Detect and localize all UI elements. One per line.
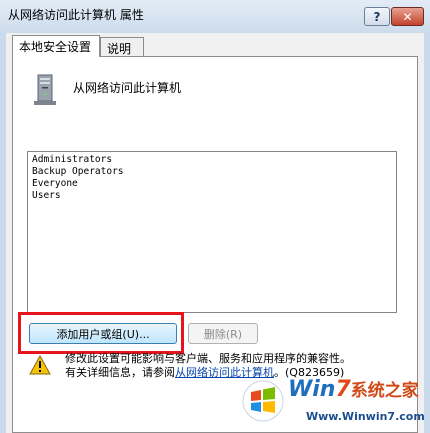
policy-name: 从网络访问此计算机 bbox=[73, 81, 182, 95]
tab-local-security-setting[interactable]: 本地安全设置 bbox=[12, 35, 100, 57]
list-item[interactable]: Backup Operators bbox=[32, 166, 392, 178]
members-list[interactable]: Administrators Backup Operators Everyone… bbox=[27, 151, 397, 313]
tab-explain[interactable]: 说明 bbox=[100, 37, 144, 56]
warning-icon bbox=[29, 355, 51, 375]
watermark-url: Www.Winwin7.com bbox=[306, 410, 425, 423]
close-button[interactable]: ✕ bbox=[391, 7, 424, 26]
watermark: Win7系统之家 Www.Winwin7.com bbox=[242, 370, 430, 433]
window-title: 从网络访问此计算机 属性 bbox=[8, 8, 144, 22]
highlight-box bbox=[18, 312, 184, 354]
warning-prefix: 有关详细信息，请参阅 bbox=[65, 366, 175, 379]
computer-icon bbox=[34, 74, 56, 105]
warning-line-1: 修改此设置可能影响与客户端、服务和应用程序的兼容性。 bbox=[65, 352, 351, 365]
windows-logo-icon bbox=[242, 380, 284, 422]
list-item[interactable]: Everyone bbox=[32, 178, 392, 190]
list-item[interactable]: Administrators bbox=[32, 154, 392, 166]
remove-button[interactable]: 删除(R) bbox=[188, 323, 258, 344]
help-button[interactable]: ? bbox=[364, 7, 390, 26]
watermark-brand: Win7系统之家 bbox=[288, 377, 419, 402]
title-bar: 从网络访问此计算机 属性 ? ✕ bbox=[0, 0, 430, 33]
list-item[interactable]: Users bbox=[32, 190, 392, 202]
